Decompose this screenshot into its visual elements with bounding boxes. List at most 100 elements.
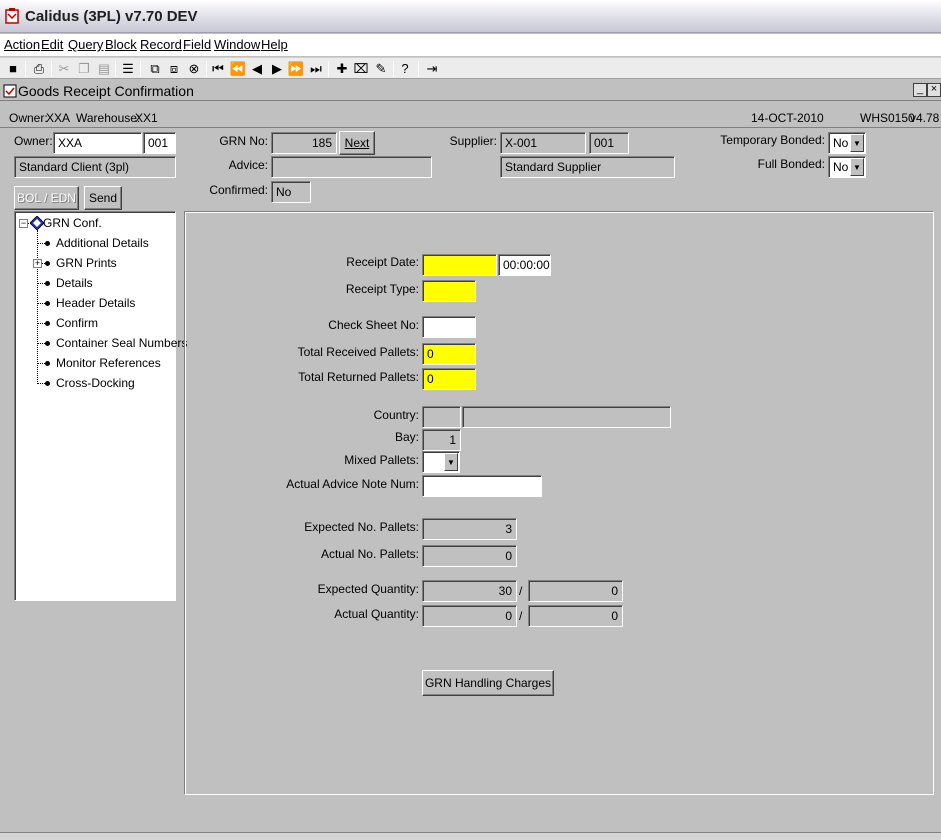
owner-code-field[interactable]: XXA bbox=[53, 132, 142, 154]
confirmed-field: No bbox=[271, 181, 311, 203]
actual-advice-note-label: Actual Advice Note Num: bbox=[286, 477, 419, 491]
toolbar-separator bbox=[328, 61, 329, 77]
tree-item-header-details[interactable]: Header Details bbox=[56, 296, 135, 310]
diamond-icon bbox=[30, 216, 44, 230]
collapse-toggle-icon[interactable]: − bbox=[19, 219, 28, 228]
title-bar: Calidus (3PL) v7.70 DEV bbox=[0, 0, 941, 33]
previous-block-icon[interactable]: ⏪ bbox=[228, 59, 248, 79]
status-bar bbox=[0, 832, 941, 840]
next-grn-button[interactable]: Next bbox=[339, 131, 375, 155]
tree-item-container-seal-numbers[interactable]: Container Seal Numbers bbox=[56, 336, 187, 350]
menu-edit[interactable]: Edit bbox=[41, 37, 63, 52]
advice-field[interactable] bbox=[271, 156, 432, 178]
previous-record-icon[interactable]: ◀ bbox=[247, 59, 267, 79]
owner-label: Owner: bbox=[14, 134, 53, 148]
receipt-time-field[interactable]: 00:00:00 bbox=[498, 254, 551, 276]
paste-icon[interactable]: ▤ bbox=[94, 59, 114, 79]
help-icon[interactable]: ? bbox=[395, 59, 415, 79]
toolbar-separator bbox=[51, 61, 52, 77]
tree-item-additional-details[interactable]: Additional Details bbox=[56, 236, 149, 250]
menu-action[interactable]: Action bbox=[4, 37, 40, 52]
expand-toggle-icon[interactable]: + bbox=[33, 259, 42, 268]
supplier-suffix-field[interactable]: 001 bbox=[589, 132, 629, 154]
menu-window[interactable]: Window bbox=[214, 37, 260, 52]
grn-no-field[interactable]: 185 bbox=[271, 132, 337, 154]
insert-record-icon[interactable]: ✚ bbox=[332, 59, 352, 79]
tree-item-details[interactable]: Details bbox=[56, 276, 93, 290]
next-block-icon[interactable]: ⏩ bbox=[286, 59, 306, 79]
cut-icon[interactable]: ✂ bbox=[54, 59, 74, 79]
cancel-query-icon[interactable]: ⊗ bbox=[184, 59, 204, 79]
menu-record[interactable]: Record bbox=[140, 37, 182, 52]
country-label: Country: bbox=[373, 408, 419, 422]
total-returned-pallets-field[interactable]: 0 bbox=[422, 368, 476, 390]
tree-bullet-icon bbox=[45, 361, 50, 366]
menu-field[interactable]: Field bbox=[183, 37, 211, 52]
delete-record-icon[interactable]: ⌧ bbox=[351, 59, 371, 79]
first-record-icon[interactable]: ⏮ bbox=[208, 59, 228, 79]
next-record-icon[interactable]: ▶ bbox=[267, 59, 287, 79]
menu-query[interactable]: Query bbox=[68, 37, 103, 52]
menu-help[interactable]: Help bbox=[261, 37, 288, 52]
full-bonded-select[interactable]: No ▼ bbox=[828, 156, 866, 178]
navigation-tree: − GRN Conf. Additional Details + GRN Pri… bbox=[14, 211, 187, 601]
chevron-down-icon[interactable]: ▼ bbox=[444, 453, 458, 471]
menu-bar: Action Edit Query Block Record Field Win… bbox=[0, 34, 941, 56]
bay-field[interactable]: 1 bbox=[422, 429, 461, 451]
tree-item-confirm[interactable]: Confirm bbox=[56, 316, 98, 330]
confirmed-label: Confirmed: bbox=[209, 183, 268, 197]
country-name-field bbox=[462, 406, 671, 428]
owner-suffix-field[interactable]: 001 bbox=[143, 132, 176, 154]
tree-bullet-icon bbox=[45, 241, 50, 246]
chevron-down-icon[interactable]: ▼ bbox=[850, 158, 864, 176]
tree-root-grn-conf[interactable]: GRN Conf. bbox=[43, 216, 102, 230]
total-received-pallets-field[interactable]: 0 bbox=[422, 343, 476, 365]
tree-item-monitor-references[interactable]: Monitor References bbox=[56, 356, 161, 370]
toolbar-separator bbox=[393, 61, 394, 77]
close-button[interactable]: × bbox=[927, 83, 941, 97]
exit-icon[interactable]: ⇥ bbox=[422, 59, 442, 79]
full-bonded-label: Full Bonded: bbox=[757, 157, 825, 171]
tree-item-cross-docking[interactable]: Cross-Docking bbox=[56, 376, 135, 390]
list-icon[interactable]: ☰ bbox=[118, 59, 138, 79]
expected-pallets-label: Expected No. Pallets: bbox=[304, 520, 419, 534]
enter-query-icon[interactable]: ⧉ bbox=[145, 59, 165, 79]
chevron-down-icon[interactable]: ▼ bbox=[850, 134, 864, 152]
last-record-icon[interactable]: ⏭ bbox=[306, 59, 326, 79]
print-icon[interactable]: ⎙ bbox=[29, 59, 49, 79]
toolbar-separator bbox=[140, 61, 141, 77]
send-button[interactable]: Send bbox=[84, 186, 122, 210]
receipt-type-field[interactable] bbox=[422, 280, 476, 302]
supplier-code-field[interactable]: X-001 bbox=[500, 132, 586, 154]
mixed-pallets-select[interactable]: ▼ bbox=[422, 451, 460, 473]
advice-label: Advice: bbox=[228, 158, 268, 172]
minimize-button[interactable]: _ bbox=[913, 83, 927, 97]
country-code-field[interactable] bbox=[422, 406, 461, 428]
menu-block[interactable]: Block bbox=[105, 37, 137, 52]
bol-edn-button[interactable]: BOL / EDN bbox=[14, 186, 79, 210]
temporary-bonded-label: Temporary Bonded: bbox=[720, 133, 825, 147]
actual-quantity-secondary-field: 0 bbox=[528, 605, 623, 627]
actual-quantity-field: 0 bbox=[422, 605, 517, 627]
toolbar-separator bbox=[115, 61, 116, 77]
actual-advice-note-field[interactable] bbox=[422, 475, 542, 497]
receipt-date-field[interactable] bbox=[422, 254, 497, 276]
save-icon[interactable]: ■ bbox=[3, 59, 23, 79]
clear-record-icon[interactable]: ✎ bbox=[371, 59, 391, 79]
expected-quantity-secondary-field: 0 bbox=[528, 580, 623, 602]
context-info-bar: Owner: XXA Warehouse: XX1 14-OCT-2010 WH… bbox=[0, 104, 941, 128]
check-sheet-no-field[interactable] bbox=[422, 316, 476, 338]
copy-icon[interactable]: ❐ bbox=[74, 59, 94, 79]
toolbar-separator bbox=[418, 61, 419, 77]
toolbar-separator bbox=[206, 61, 207, 77]
bay-label: Bay: bbox=[394, 430, 419, 444]
execute-query-icon[interactable]: ⧈ bbox=[164, 59, 184, 79]
tree-item-grn-prints[interactable]: GRN Prints bbox=[56, 256, 117, 270]
toolbar: ■ ⎙ ✂ ❐ ▤ ☰ ⧉ ⧈ ⊗ ⏮ ⏪ ◀ ▶ ⏩ ⏭ ✚ ⌧ ✎ ? ⇥ bbox=[0, 57, 941, 79]
receipt-type-label: Receipt Type: bbox=[345, 282, 419, 296]
grn-no-label: GRN No: bbox=[219, 134, 268, 148]
app-title: Calidus (3PL) v7.70 DEV bbox=[25, 8, 198, 25]
temporary-bonded-select[interactable]: No ▼ bbox=[828, 132, 866, 154]
actual-pallets-field: 0 bbox=[422, 545, 517, 567]
grn-handling-charges-button[interactable]: GRN Handling Charges bbox=[422, 670, 554, 696]
